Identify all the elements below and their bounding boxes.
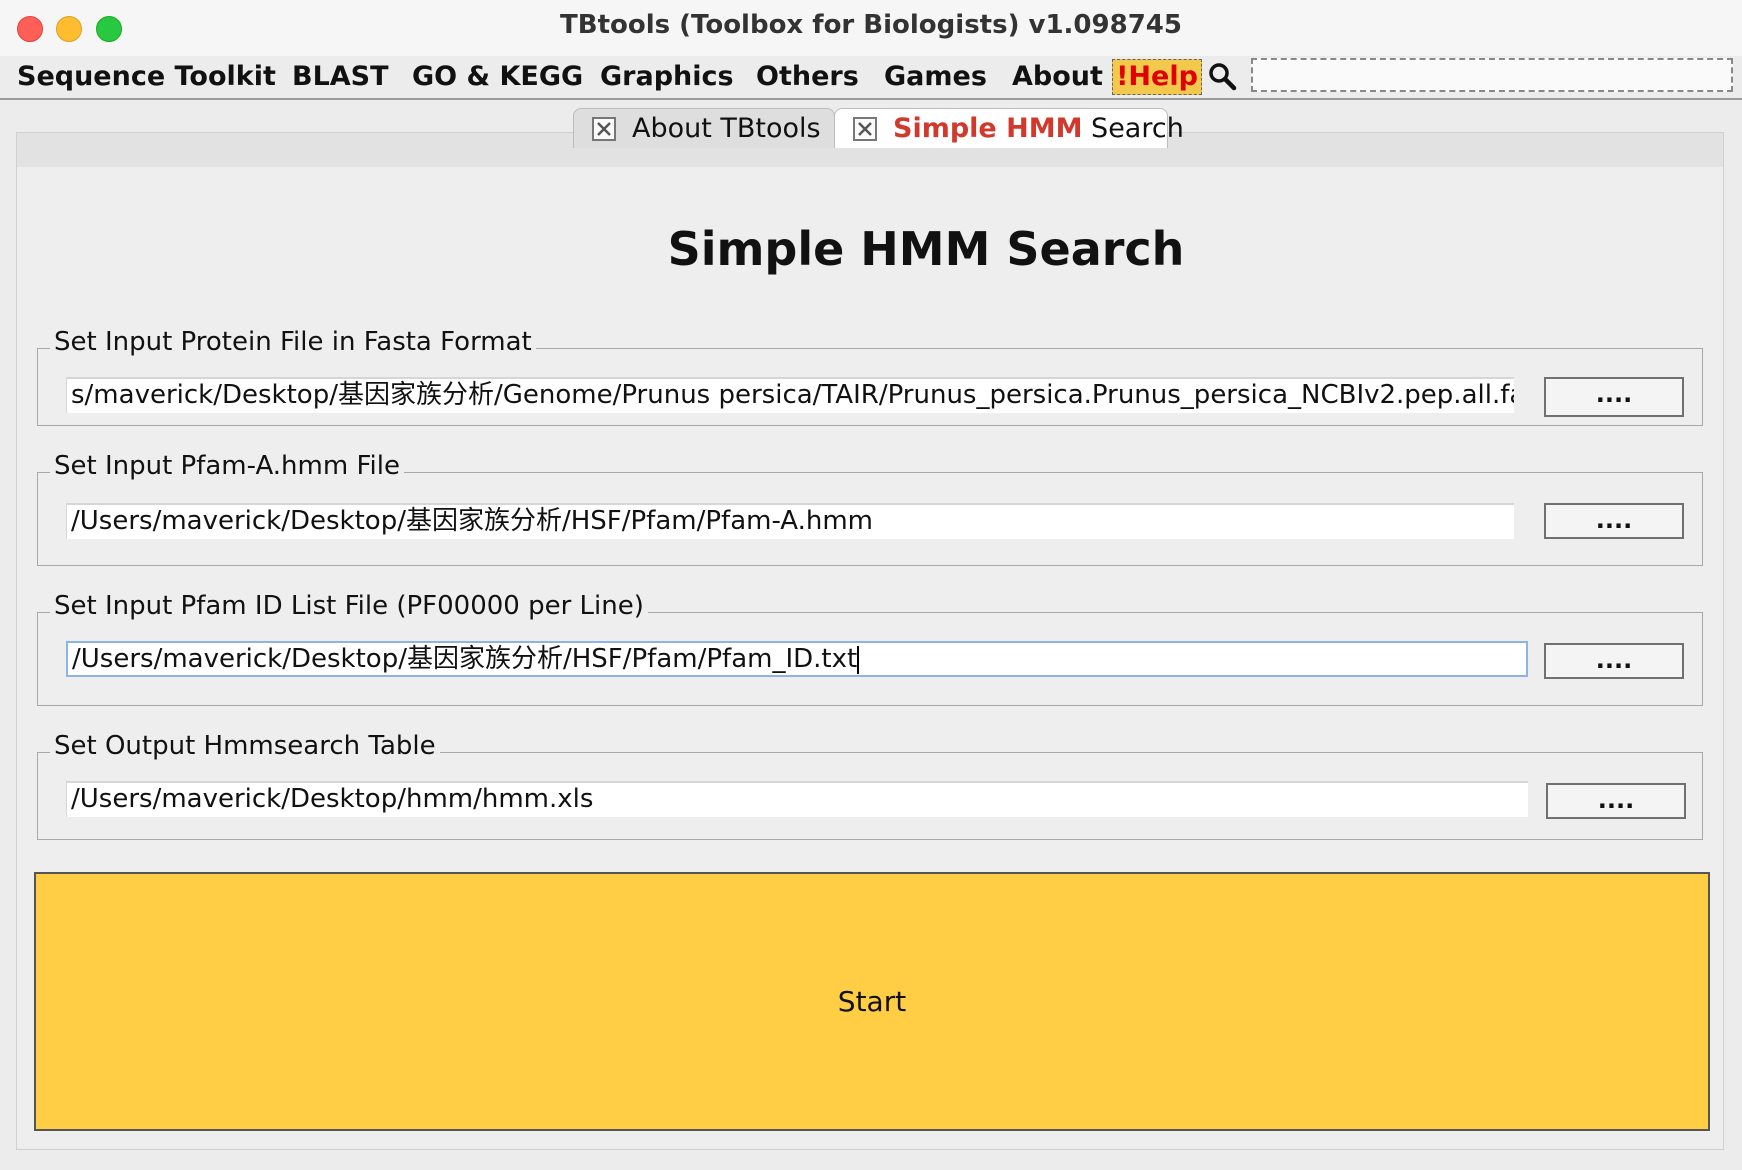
- menu-sequence-toolkit[interactable]: Sequence Toolkit: [17, 60, 276, 94]
- protein-file-group: Set Input Protein File in Fasta Format s…: [37, 327, 1703, 426]
- page-title: Simple HMM Search: [667, 222, 1185, 276]
- search-icon[interactable]: [1207, 61, 1237, 91]
- title-bar: TBtools (Toolbox for Biologists) v1.0987…: [0, 0, 1742, 56]
- browse-pfam-hmm-button[interactable]: ....: [1544, 503, 1684, 539]
- tab-label: Simple HMM Search: [893, 113, 1184, 144]
- group-legend: Set Input Pfam ID List File (PF00000 per…: [50, 591, 648, 621]
- group-legend: Set Input Protein File in Fasta Format: [50, 327, 536, 357]
- window-title: TBtools (Toolbox for Biologists) v1.0987…: [560, 10, 1182, 40]
- menu-games[interactable]: Games: [884, 60, 987, 94]
- menu-others[interactable]: Others: [756, 60, 859, 94]
- group-legend: Set Output Hmmsearch Table: [50, 731, 440, 761]
- close-icon[interactable]: [592, 117, 616, 141]
- menu-blast[interactable]: BLAST: [292, 60, 389, 94]
- pfam-id-list-group: Set Input Pfam ID List File (PF00000 per…: [37, 591, 1703, 706]
- browse-pfam-id-list-button[interactable]: ....: [1544, 643, 1684, 679]
- start-button[interactable]: Start: [34, 872, 1710, 1131]
- tab-about-tbtools[interactable]: About TBtools: [573, 108, 835, 148]
- text-caret: [857, 645, 860, 674]
- menu-bar: Sequence Toolkit BLAST GO & KEGG Graphic…: [0, 56, 1742, 100]
- menu-go-kegg[interactable]: GO & KEGG: [412, 60, 583, 94]
- menu-graphics[interactable]: Graphics: [600, 60, 734, 94]
- tab-simple-hmm-search[interactable]: Simple HMM Search: [834, 108, 1184, 148]
- menu-help[interactable]: !Help: [1112, 59, 1202, 95]
- output-table-group: Set Output Hmmsearch Table /Users/maveri…: [37, 731, 1703, 840]
- close-icon[interactable]: [853, 117, 877, 141]
- pfam-hmm-field[interactable]: /Users/maverick/Desktop/基因家族分析/HSF/Pfam/…: [66, 503, 1514, 539]
- menu-about[interactable]: About: [1012, 60, 1103, 94]
- pfam-hmm-group: Set Input Pfam-A.hmm File /Users/maveric…: [37, 451, 1703, 566]
- pfam-id-list-field[interactable]: /Users/maverick/Desktop/基因家族分析/HSF/Pfam/…: [66, 641, 1528, 677]
- group-legend: Set Input Pfam-A.hmm File: [50, 451, 404, 481]
- output-table-field[interactable]: /Users/maverick/Desktop/hmm/hmm.xls: [66, 781, 1528, 817]
- browse-protein-file-button[interactable]: ....: [1544, 377, 1684, 417]
- protein-file-field[interactable]: s/maverick/Desktop/基因家族分析/Genome/Prunus …: [66, 377, 1514, 413]
- tab-label: About TBtools: [632, 113, 821, 144]
- search-input[interactable]: [1251, 58, 1733, 92]
- browse-output-table-button[interactable]: ....: [1546, 783, 1686, 819]
